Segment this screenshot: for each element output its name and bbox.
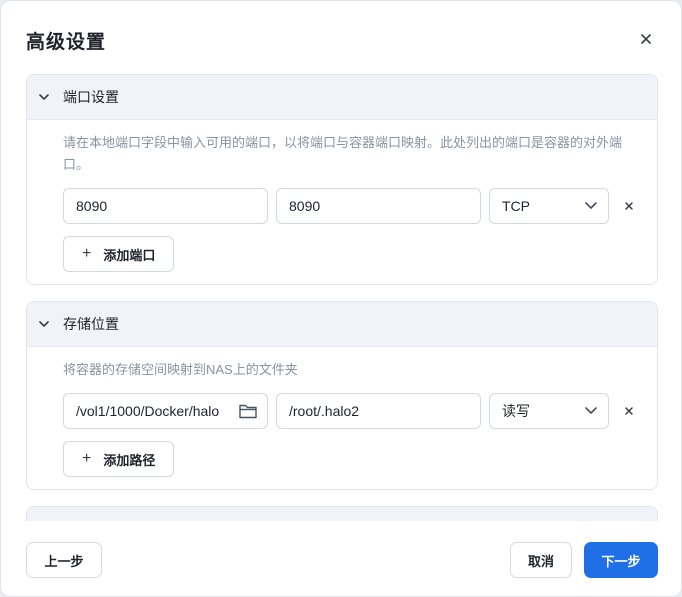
add-port-label: 添加端口: [103, 247, 156, 263]
remove-icon: [625, 202, 633, 210]
port-settings-section: 端口设置 请在本地端口字段中输入可用的端口，以将端口与容器端口映射。此处列出的端…: [26, 74, 658, 285]
select-arrow-icon: [585, 202, 597, 209]
add-path-label: 添加路径: [103, 452, 156, 468]
chevron-down-icon: [39, 91, 51, 103]
storage-title: 存储位置: [63, 316, 119, 332]
container-port-value: 8090: [289, 198, 321, 214]
storage-section: 存储位置 将容器的存储空间映射到NAS上的文件夹 /vol1/1000/Dock…: [26, 301, 658, 490]
storage-header[interactable]: 存储位置: [27, 302, 657, 347]
local-port-value: 8090: [76, 198, 108, 214]
container-path-value: /root/.halo2: [289, 403, 360, 419]
remove-path-button[interactable]: [621, 403, 637, 419]
dialog-body[interactable]: 端口设置 请在本地端口字段中输入可用的端口，以将端口与容器端口映射。此处列出的端…: [1, 71, 682, 521]
port-settings-title: 端口设置: [63, 89, 119, 105]
container-port-input[interactable]: 8090: [276, 188, 481, 224]
close-icon: [641, 34, 651, 44]
plus-icon: +: [82, 450, 92, 467]
plus-icon: +: [82, 245, 92, 262]
add-port-button[interactable]: + 添加端口: [63, 236, 175, 272]
protocol-select[interactable]: TCP: [489, 188, 609, 224]
nas-path-input[interactable]: /vol1/1000/Docker/halo: [63, 393, 268, 429]
folder-icon[interactable]: [238, 402, 258, 420]
storage-description: 将容器的存储空间映射到NAS上的文件夹: [63, 362, 298, 377]
add-path-button[interactable]: + 添加路径: [63, 441, 175, 477]
port-settings-description: 请在本地端口字段中输入可用的端口，以将端口与容器端口映射。此处列出的端口是容器的…: [63, 135, 623, 172]
advanced-settings-dialog: 高级设置 端口设置 请在本地端口字段中输入可用的端口，以将端口与容器端口映射。此…: [0, 0, 682, 597]
port-settings-header[interactable]: 端口设置: [27, 75, 657, 120]
remove-icon: [625, 407, 633, 415]
next-step-button[interactable]: 下一步: [584, 542, 658, 578]
chevron-down-icon: [39, 318, 51, 330]
remove-port-button[interactable]: [621, 198, 637, 214]
container-path-input[interactable]: /root/.halo2: [276, 393, 481, 429]
permission-value: 读写: [502, 403, 530, 419]
close-button[interactable]: [634, 27, 658, 51]
cancel-button[interactable]: 取消: [510, 542, 572, 578]
select-arrow-icon: [585, 407, 597, 414]
nas-path-value: /vol1/1000/Docker/halo: [76, 403, 220, 419]
permission-select[interactable]: 读写: [489, 393, 609, 429]
prev-step-button[interactable]: 上一步: [26, 542, 102, 578]
dialog-title: 高级设置: [26, 32, 107, 53]
local-port-input[interactable]: 8090: [63, 188, 268, 224]
protocol-value: TCP: [502, 198, 530, 214]
next-section-header[interactable]: [26, 506, 658, 521]
